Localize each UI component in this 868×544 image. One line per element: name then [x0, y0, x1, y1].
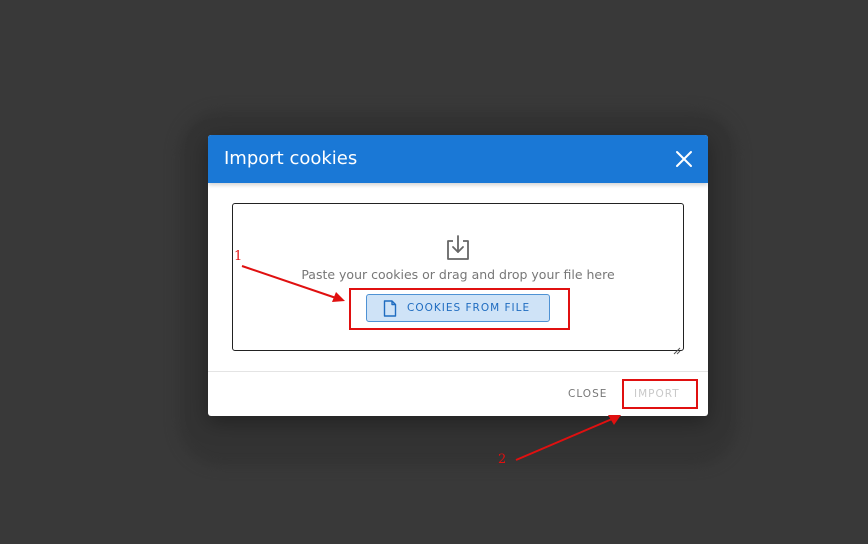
dropzone-hint: Paste your cookies or drag and drop your… [301, 267, 615, 282]
footer-divider [208, 371, 708, 372]
import-cookies-dialog: Import cookies Paste your cookies or dra… [208, 135, 708, 416]
close-button[interactable]: CLOSE [568, 388, 607, 400]
textarea-resize-handle[interactable] [673, 340, 681, 355]
annotation-label-1: 1 [234, 249, 243, 264]
dialog-header: Import cookies [208, 135, 708, 183]
screen: Import cookies Paste your cookies or dra… [0, 0, 868, 544]
highlight-box-1 [349, 288, 570, 330]
annotation-label-2: 2 [498, 452, 507, 467]
close-icon[interactable] [674, 149, 694, 169]
highlight-box-2 [622, 379, 698, 409]
download-tray-icon [445, 234, 471, 262]
dialog-title: Import cookies [224, 148, 358, 169]
